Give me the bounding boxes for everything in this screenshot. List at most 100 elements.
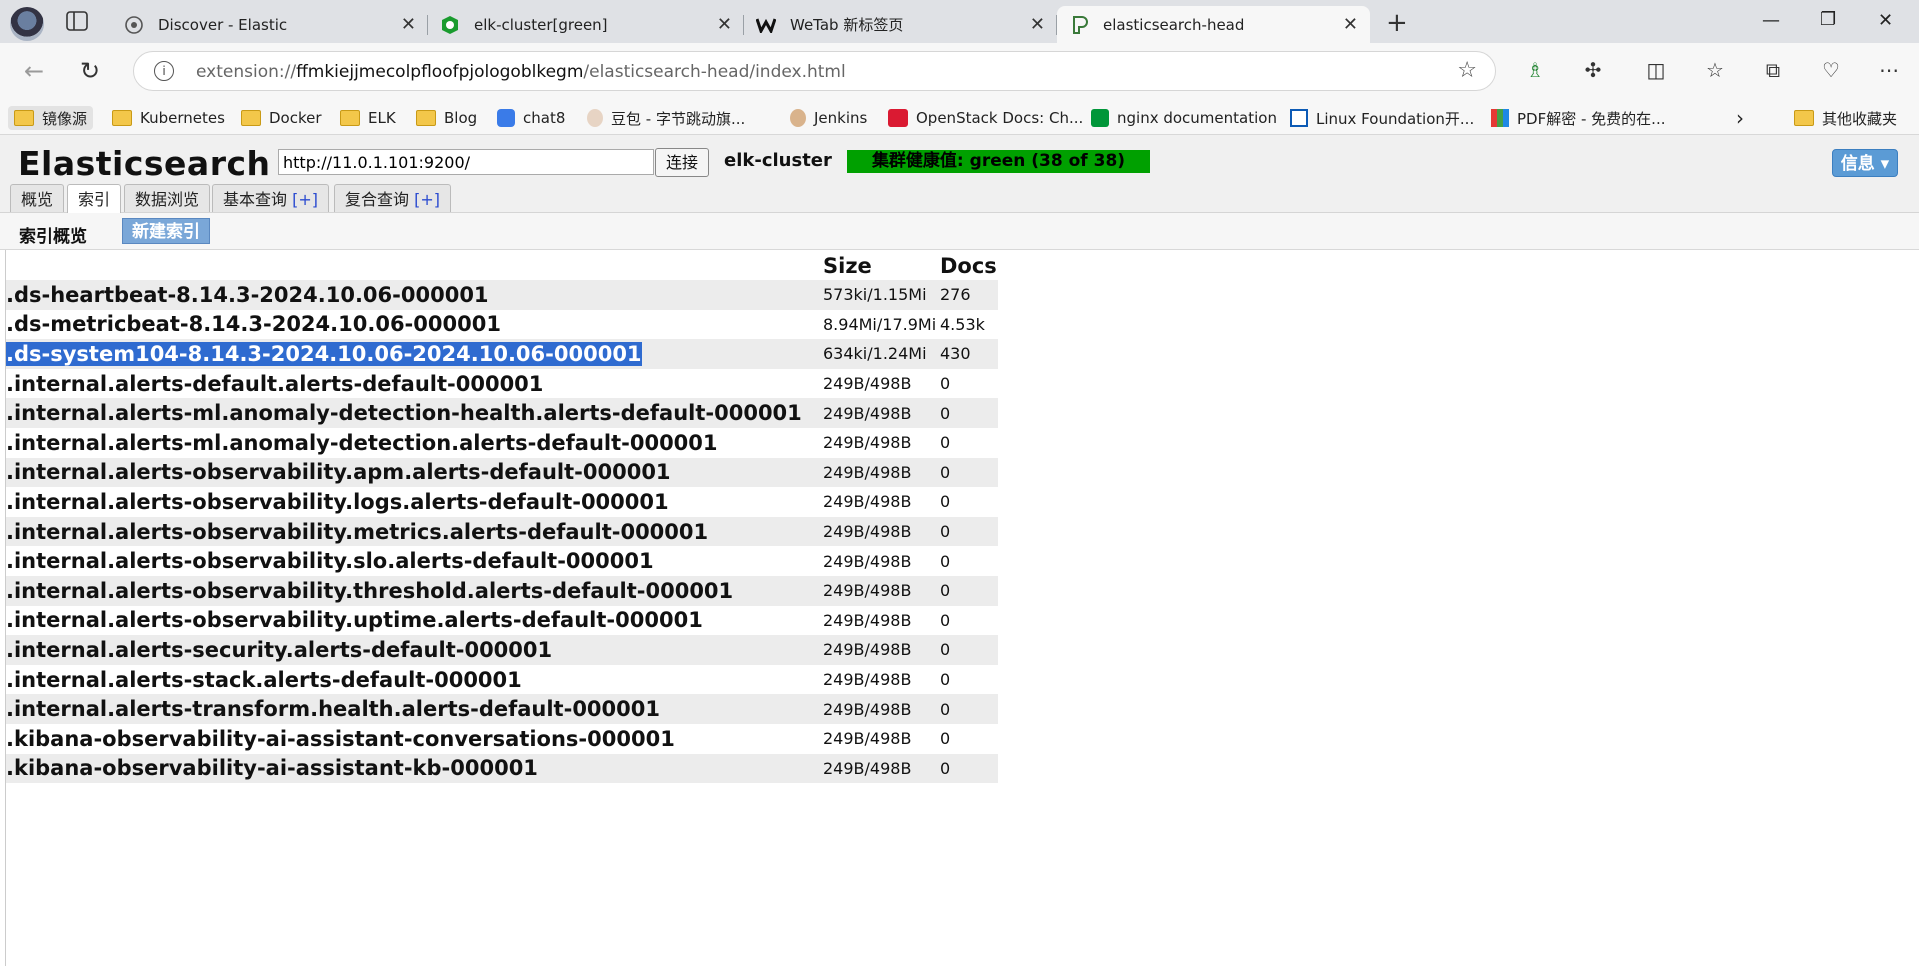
browser-essentials-icon[interactable]: ♡ [1818, 58, 1844, 84]
index-name[interactable]: .internal.alerts-observability.apm.alert… [6, 457, 823, 488]
back-icon[interactable]: ← [24, 57, 44, 85]
index-name[interactable]: .ds-metricbeat-8.14.3-2024.10.06-000001 [6, 310, 823, 340]
table-row[interactable]: .internal.alerts-transform.health.alerts… [6, 694, 998, 724]
index-name[interactable]: .internal.alerts-observability.uptime.al… [6, 606, 823, 636]
extensions-icon[interactable]: ✣ [1580, 58, 1606, 84]
tab-wetab[interactable]: WeTab 新标签页 ✕ [744, 6, 1057, 43]
table-row[interactable]: .ds-metricbeat-8.14.3-2024.10.06-000001 8… [6, 310, 998, 340]
index-name[interactable]: .kibana-observability-ai-assistant-kb-00… [6, 753, 823, 784]
site-info-icon[interactable]: i [154, 61, 174, 81]
index-name[interactable]: .internal.alerts-ml.anomaly-detection-he… [6, 398, 823, 428]
bookmark-link[interactable]: Jenkins [790, 106, 867, 130]
table-row[interactable]: .internal.alerts-stack.alerts-default-00… [6, 665, 998, 695]
tab-basic-query[interactable]: 基本查询 [+] [212, 184, 329, 212]
bookmark-link[interactable]: Linux Foundation开... [1290, 106, 1474, 130]
tab-discover-elastic[interactable]: Discover - Elastic ✕ [112, 6, 428, 43]
index-name[interactable]: .internal.alerts-stack.alerts-default-00… [6, 665, 823, 695]
bookmark-folder[interactable]: 镜像源 [8, 106, 94, 130]
info-menu-button[interactable]: 信息 ▾ [1832, 149, 1898, 177]
index-name[interactable]: .internal.alerts-security.alerts-default… [6, 635, 823, 665]
bookmark-link[interactable]: OpenStack Docs: Ch... [888, 106, 1083, 130]
index-name[interactable]: .internal.alerts-default.alerts-default-… [6, 369, 823, 399]
index-docs: 430 [940, 339, 998, 369]
cluster-url-input[interactable] [278, 149, 654, 175]
index-name[interactable]: .internal.alerts-observability.logs.aler… [6, 487, 823, 517]
index-name[interactable]: .internal.alerts-observability.threshold… [6, 575, 823, 606]
index-docs: 0 [940, 610, 951, 630]
bookmark-folder[interactable]: Kubernetes [112, 106, 225, 130]
favorites-icon[interactable]: ☆ [1702, 58, 1728, 84]
tab-title: Discover - Elastic [158, 15, 288, 34]
table-row[interactable]: .ds-system104-8.14.3-2024.10.06-2024.10.… [6, 339, 998, 369]
index-name[interactable]: .internal.alerts-observability.slo.alert… [6, 546, 823, 576]
index-name[interactable]: .ds-heartbeat-8.14.3-2024.10.06-000001 [6, 280, 823, 310]
close-icon[interactable]: ✕ [1030, 14, 1045, 35]
index-size: 249B/498B [823, 635, 940, 665]
close-window-icon[interactable]: ✕ [1878, 10, 1893, 31]
bookmark-link[interactable]: chat8 [497, 106, 565, 130]
table-row[interactable]: .internal.alerts-observability.apm.alert… [6, 457, 998, 488]
index-name-text: .internal.alerts-observability.logs.aler… [6, 489, 669, 514]
new-index-button[interactable]: 新建索引 [122, 218, 210, 244]
index-name[interactable]: .internal.alerts-ml.anomaly-detection.al… [6, 428, 823, 458]
new-tab-button[interactable]: + [1386, 8, 1408, 38]
tab-indices[interactable]: 索引 [67, 184, 122, 213]
close-icon[interactable]: ✕ [1343, 14, 1358, 35]
index-name-text: .internal.alerts-stack.alerts-default-00… [6, 667, 522, 692]
table-row[interactable]: .internal.alerts-default.alerts-default-… [6, 369, 998, 399]
cluster-name: elk-cluster [724, 150, 832, 171]
index-name-text: .internal.alerts-observability.metrics.a… [6, 519, 709, 544]
tab-actions-icon[interactable] [66, 11, 88, 31]
bookmark-folder[interactable]: Docker [241, 106, 322, 130]
table-row[interactable]: .kibana-observability-ai-assistant-conve… [6, 724, 998, 754]
table-row[interactable]: .internal.alerts-ml.anomaly-detection-he… [6, 398, 998, 428]
profile-avatar[interactable] [10, 7, 44, 41]
index-docs: 0 [940, 457, 998, 488]
index-name[interactable]: .ds-system104-8.14.3-2024.10.06-2024.10.… [6, 339, 823, 369]
table-row[interactable]: .internal.alerts-observability.slo.alert… [6, 546, 998, 576]
table-row[interactable]: .internal.alerts-observability.logs.aler… [6, 487, 998, 517]
table-row[interactable]: .internal.alerts-ml.anomaly-detection.al… [6, 428, 998, 458]
index-docs: 4.53k [940, 314, 985, 334]
more-bookmarks-chevron-icon[interactable]: › [1736, 106, 1744, 130]
nginx-icon [1091, 109, 1109, 127]
table-row[interactable]: .internal.alerts-observability.threshold… [6, 575, 998, 606]
split-screen-icon[interactable]: ◫ [1643, 58, 1669, 84]
index-size: 249B/498B [823, 492, 912, 512]
index-name-text: .internal.alerts-observability.uptime.al… [6, 608, 703, 633]
bookmark-link[interactable]: 豆包 - 字节跳动旗... [587, 106, 745, 130]
bookmark-folder[interactable]: ELK [340, 106, 396, 130]
bookmark-link[interactable]: nginx documentation [1091, 106, 1277, 130]
tab-elasticsearch-head[interactable]: elasticsearch-head ✕ [1057, 6, 1370, 43]
connect-button[interactable]: 连接 [655, 148, 709, 177]
table-row[interactable]: .kibana-observability-ai-assistant-kb-00… [6, 753, 998, 784]
index-name-text: .ds-metricbeat-8.14.3-2024.10.06-000001 [6, 312, 501, 337]
index-size: 249B/498B [823, 694, 940, 724]
table-row[interactable]: .internal.alerts-observability.uptime.al… [6, 606, 998, 636]
tab-overview[interactable]: 概览 [10, 184, 65, 212]
index-name[interactable]: .internal.alerts-transform.health.alerts… [6, 694, 823, 724]
tab-elk-cluster[interactable]: elk-cluster[green] ✕ [428, 6, 744, 43]
bookmark-link[interactable]: PDF解密 - 免费的在... [1491, 106, 1665, 130]
index-docs: 0 [940, 635, 998, 665]
head-extension-icon[interactable]: ♗ [1522, 58, 1548, 84]
favorite-star-icon[interactable]: ☆ [1457, 58, 1477, 83]
table-row[interactable]: .internal.alerts-observability.metrics.a… [6, 516, 998, 547]
tab-browser[interactable]: 数据浏览 [124, 184, 211, 212]
address-bar[interactable]: i extension://ffmkiejjmecolpfloofpjologo… [133, 51, 1496, 91]
other-bookmarks-folder[interactable]: 其他收藏夹 [1794, 106, 1897, 130]
more-menu-icon[interactable]: ⋯ [1876, 58, 1902, 84]
close-icon[interactable]: ✕ [717, 14, 732, 35]
table-row[interactable]: .internal.alerts-security.alerts-default… [6, 635, 998, 665]
tab-compound-query[interactable]: 复合查询 [+] [334, 184, 451, 212]
index-docs: 0 [940, 729, 951, 749]
table-row[interactable]: .ds-heartbeat-8.14.3-2024.10.06-000001 57… [6, 280, 998, 310]
index-name[interactable]: .internal.alerts-observability.metrics.a… [6, 516, 823, 547]
restore-icon[interactable]: ❐ [1820, 9, 1836, 30]
close-icon[interactable]: ✕ [401, 14, 416, 35]
bookmark-folder[interactable]: Blog [416, 106, 477, 130]
reload-icon[interactable]: ↻ [80, 57, 100, 85]
collections-icon[interactable]: ⧉ [1760, 58, 1786, 84]
index-name[interactable]: .kibana-observability-ai-assistant-conve… [6, 724, 823, 754]
minimize-icon[interactable]: — [1762, 10, 1780, 31]
